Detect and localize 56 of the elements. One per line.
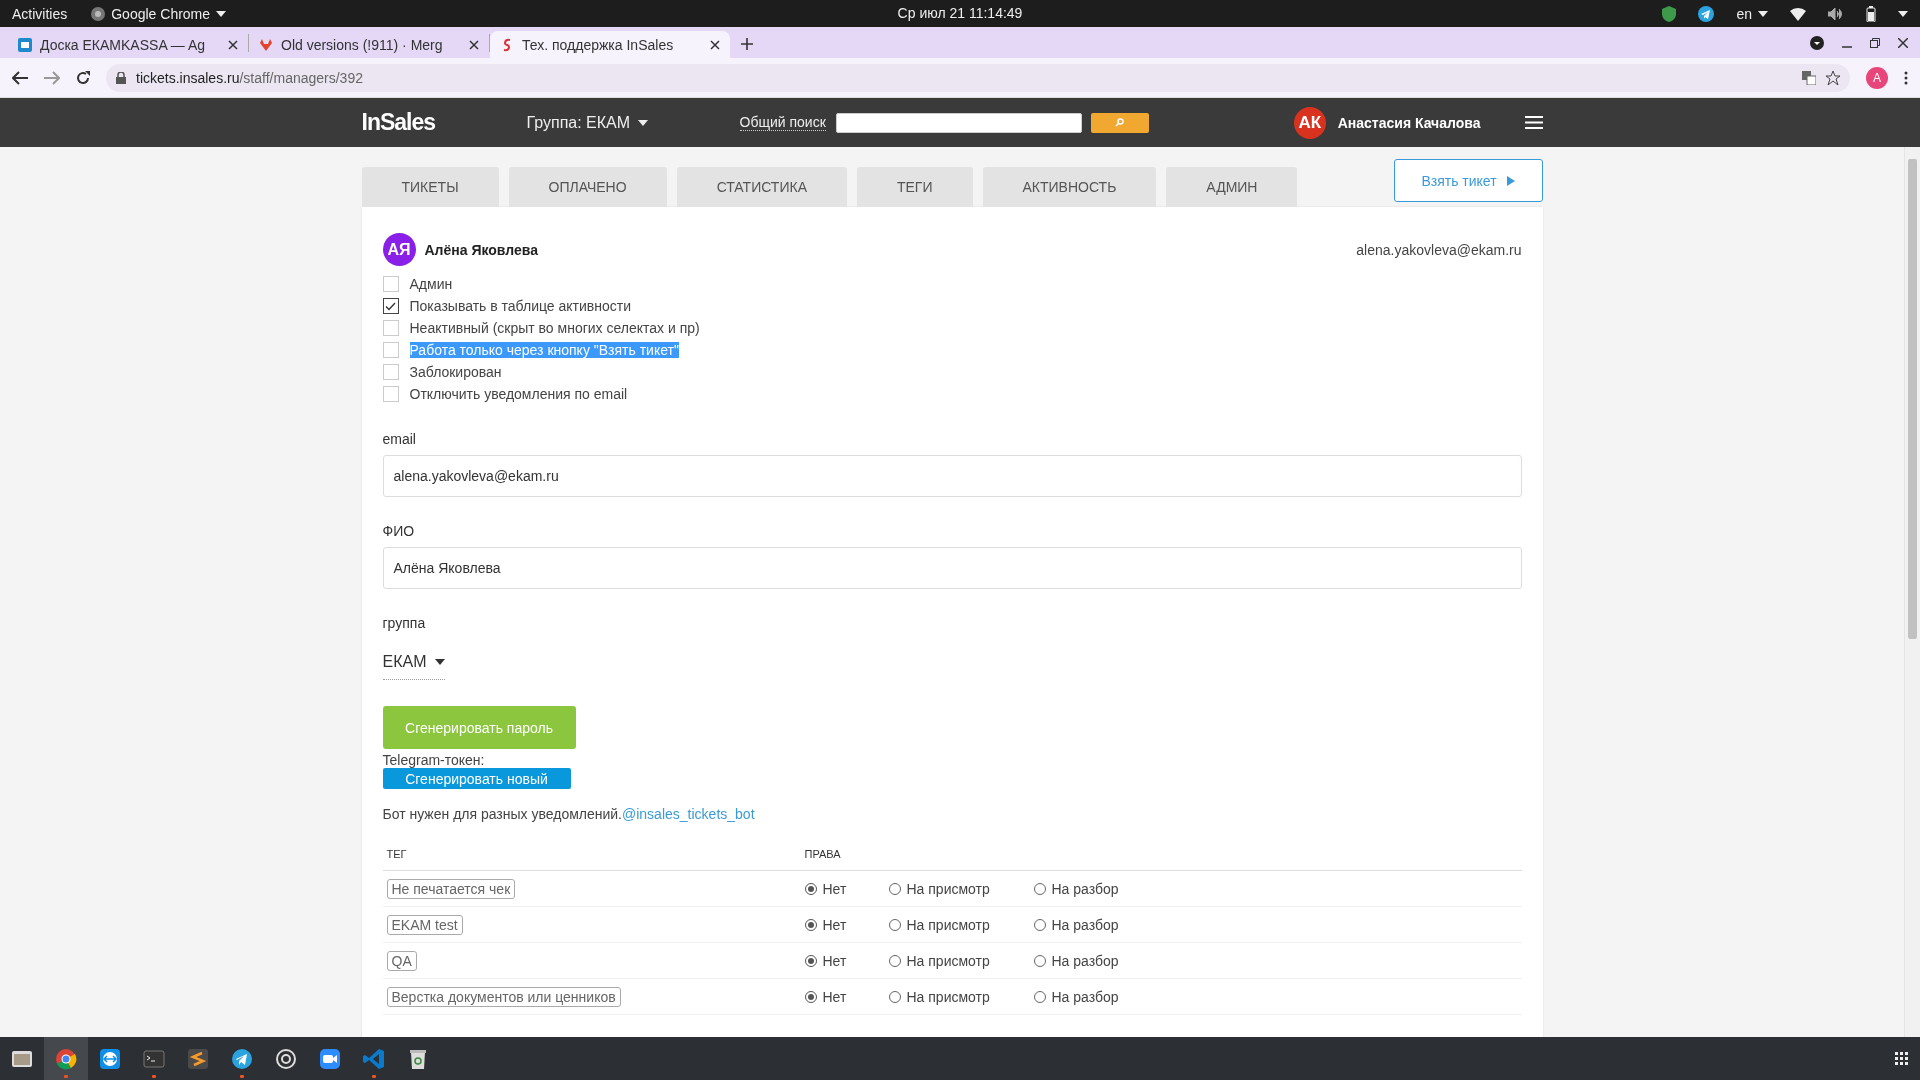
group-dropdown[interactable]: ЕКАМ — [382, 653, 445, 680]
radio-label[interactable]: На разбор — [1051, 952, 1119, 969]
address-bar[interactable]: tickets.insales.ru/staff/managers/392 — [106, 63, 1850, 92]
checkbox-label: Админ — [409, 276, 453, 292]
radio-label[interactable]: На разбор — [1051, 916, 1119, 933]
browser-tab[interactable]: Old versions (!911) · Merg — [249, 31, 489, 58]
nav-tab[interactable]: ТЕГИ — [856, 167, 973, 207]
user-avatar: АЯ — [382, 233, 416, 266]
radio-label[interactable]: Нет — [822, 916, 847, 933]
text-field[interactable]: Алёна Яковлева — [382, 547, 1522, 589]
manager-name: Алёна Яковлева — [424, 241, 538, 258]
field-label: email — [382, 431, 417, 447]
tag-chip: Не печатается чек — [386, 878, 516, 899]
checkbox-label: Показывать в таблице активности — [409, 298, 632, 314]
manager-email: alena.yakovleva@ekam.ru — [1356, 241, 1522, 258]
radio-label[interactable]: На присмотр — [906, 988, 990, 1005]
nav-tab[interactable]: СТАТИСТИКА — [676, 167, 847, 207]
profile-avatar[interactable]: A — [1866, 66, 1888, 89]
nav-tab[interactable]: ТИКЕТЫ — [361, 167, 499, 207]
telegram-token-label: Telegram-токен: — [382, 752, 486, 768]
radio-label[interactable]: Нет — [822, 988, 847, 1005]
user-name[interactable]: Анастасия Качалова — [1337, 114, 1481, 131]
logo[interactable]: InSales — [361, 109, 527, 136]
radio-label[interactable]: Нет — [822, 880, 847, 897]
radio-label[interactable]: На разбор — [1051, 988, 1119, 1005]
text-field[interactable]: alena.yakovleva@ekam.ru — [382, 455, 1522, 497]
radio-label[interactable]: На присмотр — [906, 880, 990, 897]
group-selector[interactable]: Группа: ЕКАМ — [526, 113, 740, 132]
radio-label[interactable]: На разбор — [1051, 880, 1119, 897]
radio-label[interactable]: На присмотр — [906, 916, 990, 933]
checkbox-label: Неактивный (скрыт во многих селектах и пр) — [409, 320, 700, 336]
browser-tab[interactable]: Тех. поддержка InSales — [490, 31, 730, 58]
tag-chip: EKAM test — [386, 914, 463, 935]
checkbox-label: Работа только через кнопку "Взять тикет" — [409, 342, 679, 358]
nav-tab[interactable]: АКТИВНОСТЬ — [982, 167, 1157, 207]
activities-button[interactable]: Activities — [12, 5, 68, 22]
column-header: ТЕГ — [382, 848, 801, 871]
checkbox-label: Заблокирован — [409, 364, 502, 380]
language-indicator[interactable]: en — [1736, 5, 1752, 22]
field-label: ФИО — [382, 523, 416, 539]
user-avatar[interactable]: АК — [1293, 106, 1326, 139]
nav-tab[interactable]: ОПЛАЧЕНО — [508, 167, 667, 207]
nav-tab[interactable]: АДМИН — [1166, 167, 1298, 207]
clock[interactable]: Ср июл 21 11:14:49 — [897, 5, 1023, 21]
column-header: ПРАВА — [800, 848, 1522, 871]
radio-label[interactable]: На присмотр — [906, 952, 990, 969]
search-label: Общий поиск — [739, 114, 826, 131]
app-menu[interactable]: Google Chrome — [111, 5, 211, 22]
checkbox-label: Отключить уведомления по email — [409, 386, 628, 402]
tag-chip: Верстка документов или ценников — [386, 986, 621, 1007]
field-label: группа — [382, 615, 427, 631]
bot-note: Бот нужен для разных уведомлений.@insales_tickets_bot — [382, 806, 756, 822]
browser-tab[interactable]: Доска ЕКАМKASSA — Ag — [8, 31, 248, 58]
radio-label[interactable]: Нет — [822, 952, 847, 969]
tag-chip: QA — [386, 950, 417, 971]
url-text: tickets.insales.ru/staff/managers/392 — [136, 69, 364, 86]
